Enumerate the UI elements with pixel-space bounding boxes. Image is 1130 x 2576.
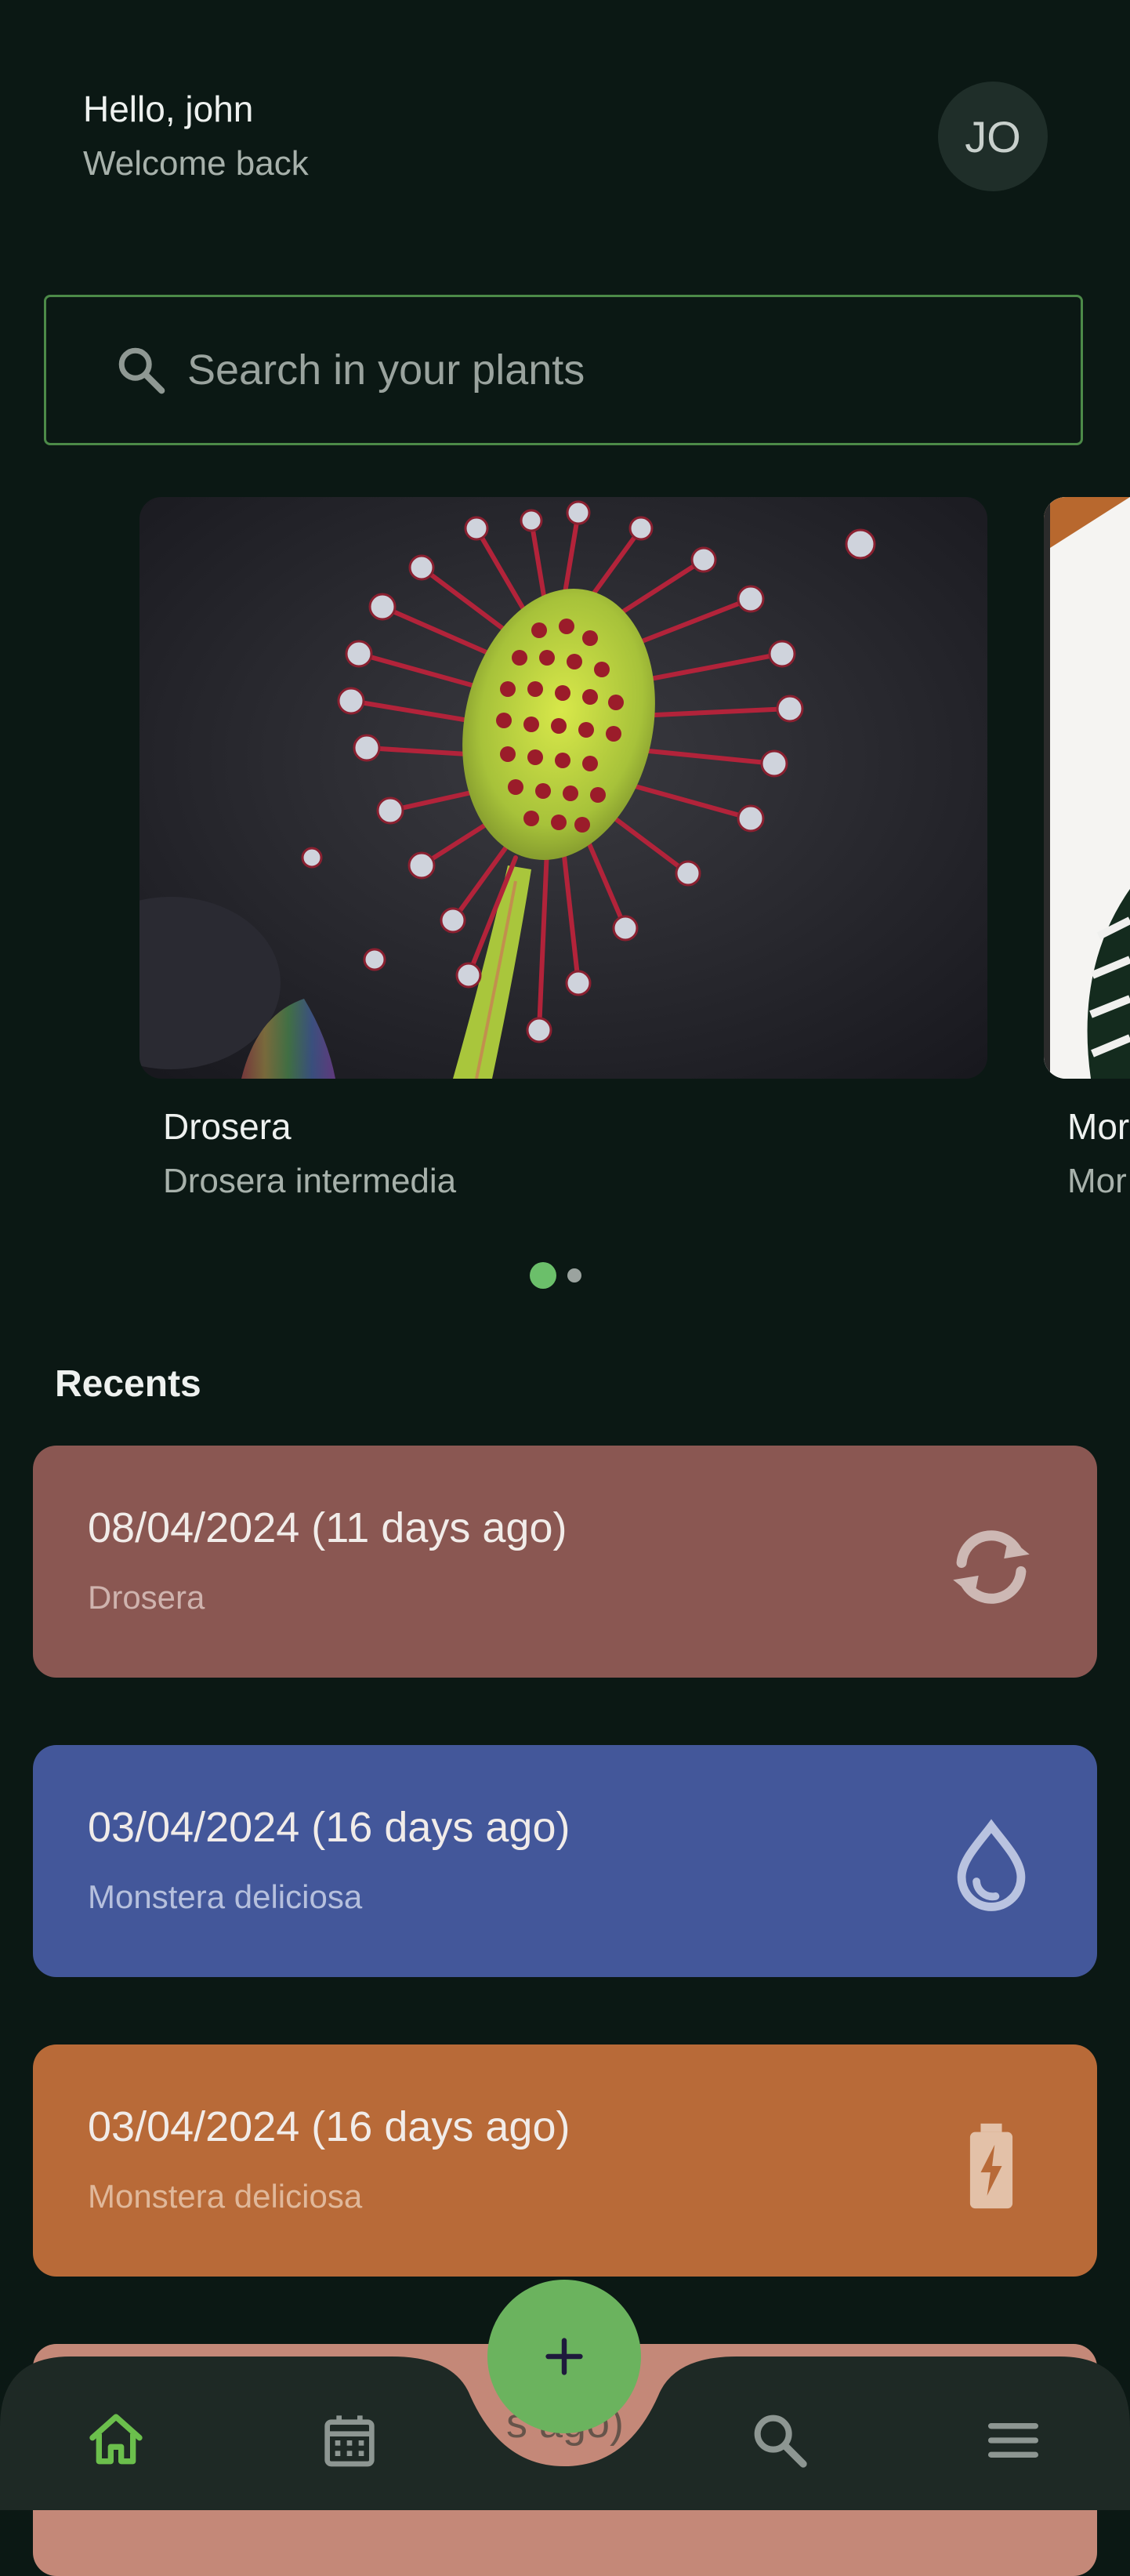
recent-plant: Monstera deliciosa	[88, 1878, 363, 1915]
home-icon	[89, 2414, 143, 2465]
fertilize-battery-icon	[969, 2123, 1013, 2209]
avatar[interactable]: JO	[938, 82, 1048, 191]
water-drop-icon	[957, 1819, 1026, 1911]
welcome-text: Welcome back	[83, 144, 309, 183]
repot-icon	[953, 1530, 1030, 1604]
recent-item[interactable]: 03/04/2024 (16 days ago) Monstera delici…	[33, 2044, 1097, 2277]
recent-item[interactable]: 03/04/2024 (16 days ago) Monstera delici…	[33, 1745, 1097, 1977]
recent-plant: Drosera	[88, 1579, 205, 1616]
plant-photo	[139, 497, 987, 1079]
carousel-page-indicator	[530, 1262, 581, 1289]
plant-card[interactable]: Drosera Drosera intermedia	[139, 497, 987, 1204]
recent-date: 03/04/2024 (16 days ago)	[88, 1804, 570, 1851]
page-dot-active[interactable]	[530, 1262, 556, 1289]
add-plant-button[interactable]	[487, 2280, 641, 2433]
plant-name: Mor	[1067, 1106, 1130, 1147]
nav-home[interactable]	[81, 2405, 151, 2476]
plant-carousel[interactable]: Drosera Drosera intermedia Mor Mor	[0, 497, 1130, 1218]
plant-photo	[1044, 497, 1130, 1079]
recent-plant: Monstera deliciosa	[88, 2178, 363, 2215]
menu-icon	[988, 2423, 1038, 2458]
plant-name: Drosera	[163, 1106, 292, 1147]
greeting-block: Hello, john Welcome back	[83, 86, 309, 187]
nav-search[interactable]	[744, 2405, 815, 2476]
greeting-text: Hello, john	[83, 89, 254, 129]
page-dot[interactable]	[567, 1268, 581, 1283]
search-icon	[754, 2415, 807, 2468]
recents-title: Recents	[55, 1363, 201, 1405]
plant-card[interactable]: Mor Mor	[1044, 497, 1130, 1204]
search-icon	[118, 347, 165, 394]
recent-date: 08/04/2024 (11 days ago)	[88, 1504, 567, 1551]
plant-latin-name: Mor	[1067, 1162, 1127, 1200]
nav-calendar[interactable]	[314, 2405, 385, 2476]
plant-latin-name: Drosera intermedia	[163, 1162, 457, 1200]
recent-date: 03/04/2024 (16 days ago)	[88, 2103, 570, 2150]
search-bar[interactable]	[44, 295, 1083, 445]
recent-item[interactable]: 08/04/2024 (11 days ago) Drosera	[33, 1446, 1097, 1678]
nav-menu[interactable]	[978, 2405, 1049, 2476]
search-input[interactable]	[186, 345, 1012, 395]
calendar-icon	[324, 2415, 375, 2467]
add-icon	[545, 2338, 583, 2375]
